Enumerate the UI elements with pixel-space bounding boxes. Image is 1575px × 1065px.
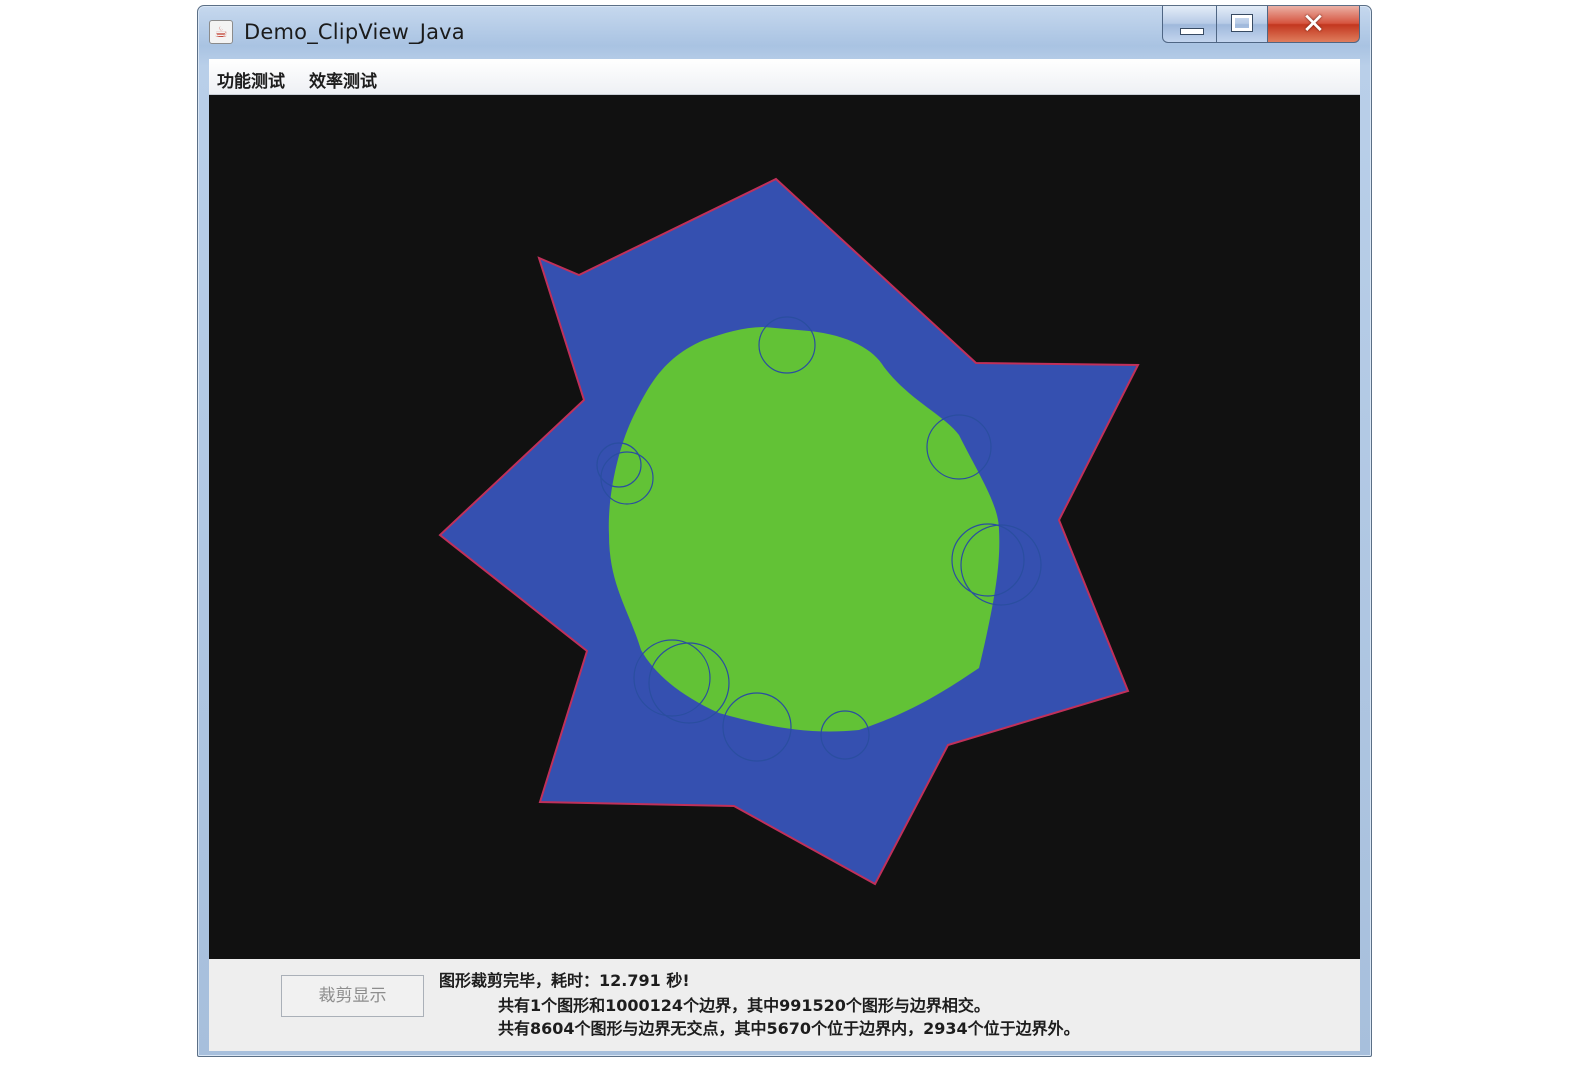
app-window: ☕ Demo_ClipView_Java ✕ 功能测试 效率测试 裁剪显示 图形… [197, 5, 1372, 1057]
menu-item-efficiency-test[interactable]: 效率测试 [309, 67, 377, 92]
status-elapsed-time: 图形裁剪完毕，耗时：12.791 秒! [439, 971, 690, 990]
status-intersection-count: 共有1个图形和1000124个边界，其中991520个图形与边界相交。 [498, 996, 990, 1015]
maximize-icon [1232, 15, 1252, 31]
minimize-icon [1180, 28, 1204, 35]
java-cup-icon[interactable]: ☕ [209, 20, 233, 44]
title-bar[interactable]: ☕ Demo_ClipView_Java ✕ [198, 6, 1371, 58]
clip-display-button[interactable]: 裁剪显示 [281, 975, 424, 1017]
menu-item-function-test[interactable]: 功能测试 [217, 67, 285, 92]
window-title: Demo_ClipView_Java [244, 20, 465, 44]
close-button[interactable]: ✕ [1267, 6, 1360, 43]
status-inside-outside-count: 共有8604个图形与边界无交点，其中5670个位于边界内，2934个位于边界外。 [498, 1019, 1080, 1038]
maximize-button[interactable] [1216, 6, 1268, 43]
minimize-button[interactable] [1162, 6, 1217, 43]
clip-view-canvas[interactable] [209, 95, 1360, 959]
status-panel: 裁剪显示 图形裁剪完毕，耗时：12.791 秒! 共有1个图形和1000124个… [209, 959, 1360, 1051]
caption-buttons: ✕ [1162, 6, 1360, 44]
close-icon: ✕ [1301, 7, 1326, 40]
menu-bar: 功能测试 效率测试 [209, 59, 1360, 95]
clip-result-graphic [438, 177, 1140, 886]
